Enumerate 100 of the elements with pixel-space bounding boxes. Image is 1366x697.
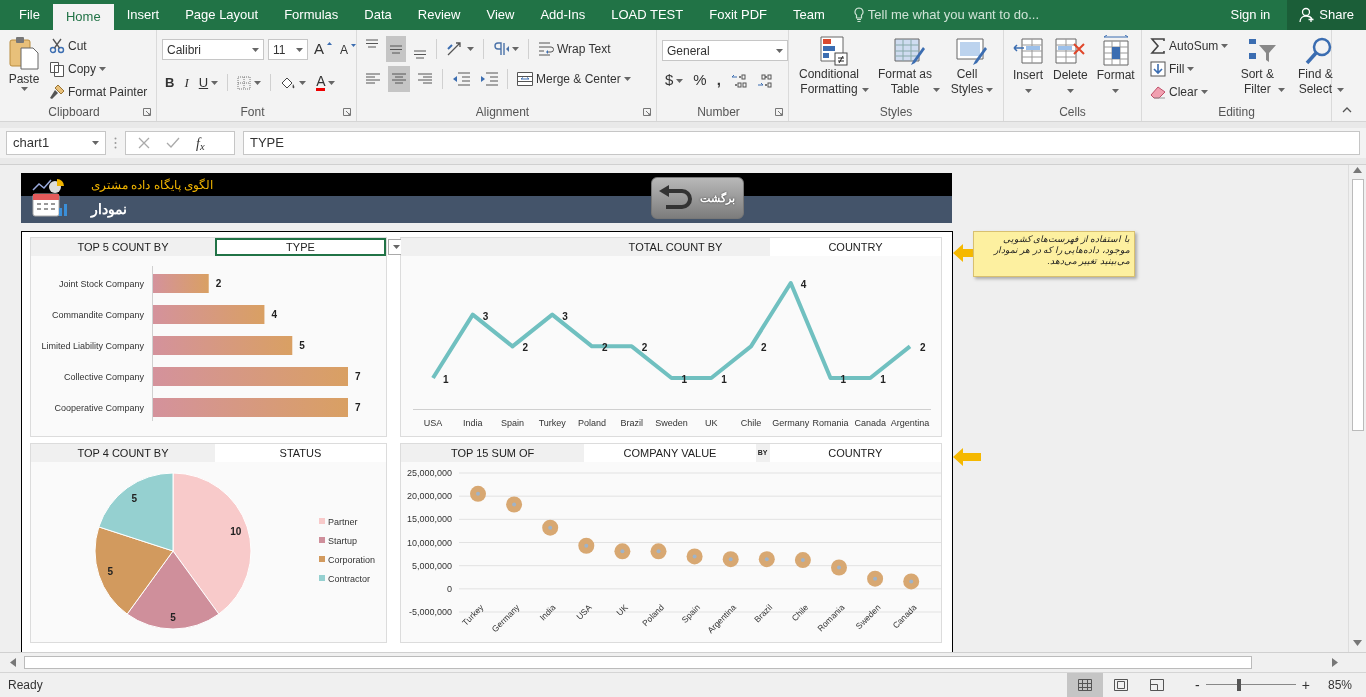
sign-in-link[interactable]: Sign in xyxy=(1217,0,1284,30)
font-color-button[interactable]: A xyxy=(313,71,339,94)
data-label: 1 xyxy=(880,374,886,385)
ribbon-tab[interactable]: Data xyxy=(351,0,405,30)
currency-button[interactable]: $ xyxy=(662,69,687,92)
zoom-out-button[interactable]: - xyxy=(1191,674,1204,696)
collapse-ribbon-icon xyxy=(1342,107,1352,113)
decrease-font-button[interactable]: A xyxy=(338,38,359,61)
data-label: 2 xyxy=(522,342,529,354)
cut-button[interactable]: Cut xyxy=(46,34,151,57)
scroll-up-icon xyxy=(1353,167,1362,173)
ribbon-tab[interactable]: Formulas xyxy=(271,0,352,30)
data-label: 3 xyxy=(482,310,489,322)
caret-icon xyxy=(252,47,259,52)
scrollbar-thumb[interactable] xyxy=(24,656,1252,669)
underline-button[interactable]: U xyxy=(195,71,222,94)
merge-center-button[interactable]: Merge & Center xyxy=(514,67,634,91)
format-cells-button[interactable]: Format xyxy=(1093,34,1138,103)
ribbon-tab[interactable]: Add-Ins xyxy=(527,0,599,30)
fill-button[interactable]: Fill xyxy=(1147,57,1232,80)
italic-button[interactable]: I xyxy=(181,71,192,94)
clear-button[interactable]: Clear xyxy=(1147,80,1232,103)
axis-label: USA xyxy=(423,418,443,428)
caret-icon xyxy=(211,80,219,85)
data-label: 2 xyxy=(920,342,926,354)
axis-label: 10,000,000 xyxy=(406,537,452,548)
insert-function-button[interactable]: f$_{x}$ xyxy=(196,132,205,154)
caret-icon xyxy=(20,87,28,91)
sort-filter-button[interactable]: Sort & Filter xyxy=(1234,34,1289,103)
ribbon-tab[interactable]: Team xyxy=(780,0,838,30)
ribbon-tab[interactable]: LOAD TEST xyxy=(598,0,697,30)
number-format-dropdown[interactable]: General xyxy=(662,40,788,61)
conditional-formatting-icon xyxy=(817,35,849,67)
caret-icon xyxy=(1024,89,1032,93)
vertical-align-button[interactable] xyxy=(386,36,406,62)
data-label: 3 xyxy=(562,310,568,322)
font-size-dropdown[interactable]: 11 xyxy=(268,39,308,60)
selector-cell[interactable]: TYPE xyxy=(214,238,386,256)
zoom-in-button[interactable]: + xyxy=(1297,674,1314,696)
paste-button[interactable]: Paste xyxy=(5,34,43,103)
conditional-formatting-button[interactable]: Conditional Formatting xyxy=(794,34,872,103)
legend-label: Contractor xyxy=(328,574,371,584)
legend-label: Corporation xyxy=(328,555,376,565)
wrap-text-button[interactable]: Wrap Text xyxy=(535,37,614,61)
ribbon-tab[interactable]: Review xyxy=(404,0,474,30)
ribbon-tab[interactable]: File xyxy=(6,0,53,30)
tell-me-field[interactable]: Tell me what you want to do... xyxy=(853,0,1040,30)
selector-cell[interactable]: STATUS xyxy=(214,444,386,462)
data-label: 5 xyxy=(170,612,176,623)
align-right-icon xyxy=(417,71,433,87)
data-label: 4 xyxy=(800,279,807,290)
ribbon-tab[interactable]: Home xyxy=(52,4,114,30)
data-label: 4 xyxy=(271,309,277,320)
selector-cell[interactable]: COUNTRY xyxy=(769,238,941,256)
caret-icon xyxy=(254,80,262,85)
ribbon-tab[interactable]: Foxit PDF xyxy=(696,0,781,30)
slanted-arrow-icon xyxy=(446,41,464,57)
caret-icon xyxy=(99,66,106,71)
caret-icon xyxy=(623,77,631,81)
selector-cell[interactable]: COUNTRY xyxy=(769,444,941,462)
percent-button[interactable]: % xyxy=(690,69,710,92)
bold-button[interactable]: B xyxy=(162,71,178,94)
group-label: Number xyxy=(696,104,741,121)
formula-field[interactable]: TYPE xyxy=(243,131,1360,155)
axis-label: UK xyxy=(614,602,630,618)
group-label: Clipboard xyxy=(47,104,101,121)
data-label: 7 xyxy=(355,371,361,382)
axis-label: Argentina xyxy=(890,418,930,428)
name-box[interactable]: chart1 xyxy=(6,131,106,155)
caret-icon xyxy=(1221,43,1229,48)
autosum-button[interactable]: AutoSum xyxy=(1147,34,1232,57)
ribbon-tab[interactable]: Page Layout xyxy=(172,0,272,30)
data-point xyxy=(758,551,775,568)
scrollbar-thumb[interactable] xyxy=(1351,179,1364,431)
cell-styles-button[interactable]: Cell Styles xyxy=(946,34,996,103)
font-name-dropdown[interactable]: Calibri xyxy=(162,39,264,60)
format-painter-button[interactable]: Format Painter xyxy=(46,80,151,103)
ribbon-tab[interactable]: View xyxy=(473,0,528,30)
axis-label: -5,000,000 xyxy=(408,607,452,617)
slider-thumb[interactable] xyxy=(1236,679,1241,691)
insert-cells-button[interactable]: Insert xyxy=(1009,34,1047,103)
zoom-slider[interactable] xyxy=(1205,679,1296,691)
data-label: 2 xyxy=(215,278,222,289)
copy-button[interactable]: Copy xyxy=(46,57,151,80)
data-point xyxy=(903,573,920,590)
format-as-table-button[interactable]: Format as Table xyxy=(875,34,943,103)
ribbon-tab[interactable]: Insert xyxy=(113,0,173,30)
selector-cell[interactable]: COMPANY VALUE xyxy=(584,444,756,462)
delete-cells-button[interactable]: Delete xyxy=(1050,34,1091,103)
find-select-button[interactable]: Find & Select xyxy=(1291,34,1348,103)
caret-icon xyxy=(1200,89,1208,94)
view-button[interactable] xyxy=(1067,673,1104,697)
paint-bucket-icon xyxy=(280,75,297,90)
caret-icon xyxy=(933,88,940,92)
checkmark-icon xyxy=(166,137,180,149)
caret-icon xyxy=(986,88,993,92)
share-button[interactable]: Share xyxy=(1287,0,1366,30)
increase-font-button[interactable]: A xyxy=(312,38,334,61)
comma-button[interactable]: , xyxy=(713,69,724,92)
dialog-launcher-icon xyxy=(643,108,651,116)
